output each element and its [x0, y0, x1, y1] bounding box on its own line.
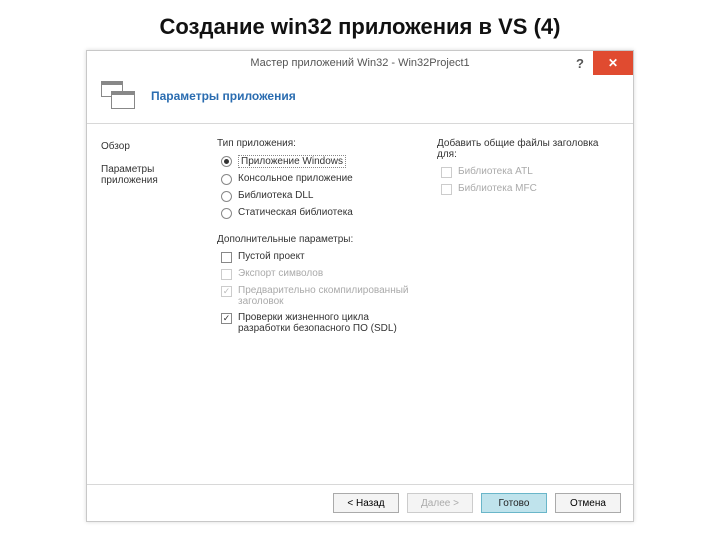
check-precompiled-header: ✓ Предварительно скомпилированный заголо…	[217, 285, 417, 307]
check-atl: Библиотека ATL	[437, 166, 619, 178]
checkbox-label: Пустой проект	[238, 251, 305, 262]
content: Тип приложения: Приложение Windows Консо…	[203, 124, 633, 484]
checkbox-icon	[221, 252, 232, 263]
cancel-button[interactable]: Отмена	[555, 493, 621, 513]
radio-static-lib[interactable]: Статическая библиотека	[217, 207, 417, 219]
radio-icon	[221, 156, 232, 167]
radio-label: Библиотека DLL	[238, 190, 314, 201]
radio-label: Статическая библиотека	[238, 207, 353, 218]
back-button[interactable]: < Назад	[333, 493, 399, 513]
radio-label: Консольное приложение	[238, 173, 353, 184]
checkbox-label: Библиотека ATL	[458, 166, 533, 177]
checkbox-label: Предварительно скомпилированный заголово…	[238, 285, 417, 307]
commonheaders-group-label: Добавить общие файлы заголовка для:	[437, 138, 619, 160]
titlebar: Мастер приложений Win32 - Win32Project1 …	[87, 51, 633, 75]
radio-icon	[221, 174, 232, 185]
sidebar: Обзор Параметры приложения	[87, 124, 203, 484]
checkbox-icon: ✓	[221, 313, 232, 324]
wizard-body: Обзор Параметры приложения Тип приложени…	[87, 124, 633, 484]
wizard-header: Параметры приложения	[87, 75, 633, 124]
close-button[interactable]: ✕	[593, 51, 633, 75]
checkbox-label: Библиотека MFC	[458, 183, 537, 194]
checkbox-icon: ✓	[221, 286, 232, 297]
slide-title: Создание win32 приложения в VS (4)	[0, 0, 720, 50]
wizard-window: Мастер приложений Win32 - Win32Project1 …	[86, 50, 634, 522]
help-button[interactable]: ?	[567, 51, 593, 75]
checkbox-icon	[441, 167, 452, 178]
checkbox-icon	[221, 269, 232, 280]
checkbox-label: Экспорт символов	[238, 268, 323, 279]
header-title: Параметры приложения	[151, 89, 296, 103]
radio-label: Приложение Windows	[238, 155, 346, 168]
check-sdl[interactable]: ✓ Проверки жизненного цикла разработки б…	[217, 312, 417, 334]
finish-button[interactable]: Готово	[481, 493, 547, 513]
window-title: Мастер приложений Win32 - Win32Project1	[250, 57, 469, 69]
extraparams-group-label: Дополнительные параметры:	[217, 234, 417, 245]
checkbox-icon	[441, 184, 452, 195]
radio-windows-app[interactable]: Приложение Windows	[217, 155, 417, 168]
sidebar-item-overview[interactable]: Обзор	[101, 138, 197, 155]
next-button: Далее >	[407, 493, 473, 513]
check-export-symbols: Экспорт символов	[217, 268, 417, 280]
radio-icon	[221, 191, 232, 202]
windows-app-icon	[101, 81, 139, 111]
sidebar-item-appsettings[interactable]: Параметры приложения	[101, 161, 197, 189]
radio-icon	[221, 208, 232, 219]
radio-dll[interactable]: Библиотека DLL	[217, 190, 417, 202]
check-mfc: Библиотека MFC	[437, 183, 619, 195]
checkbox-label: Проверки жизненного цикла разработки без…	[238, 312, 417, 334]
wizard-footer: < Назад Далее > Готово Отмена	[87, 484, 633, 521]
apptype-group-label: Тип приложения:	[217, 138, 417, 149]
radio-console-app[interactable]: Консольное приложение	[217, 173, 417, 185]
check-empty-project[interactable]: Пустой проект	[217, 251, 417, 263]
close-icon: ✕	[608, 56, 618, 70]
